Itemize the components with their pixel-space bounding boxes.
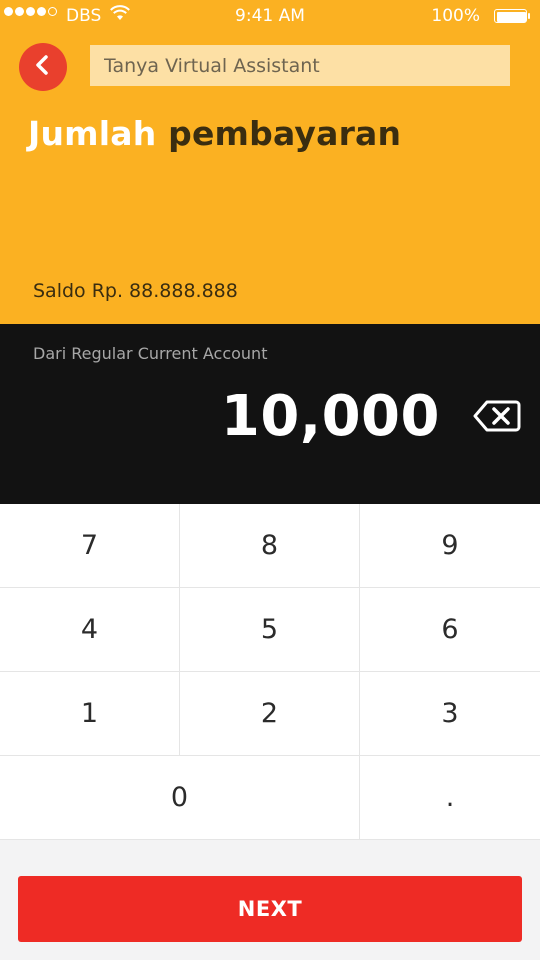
key-3[interactable]: 3: [360, 672, 540, 756]
balance-text: Saldo Rp. 88.888.888: [33, 280, 238, 302]
key-decimal[interactable]: .: [360, 756, 540, 840]
chevron-left-icon: [33, 54, 53, 80]
key-9[interactable]: 9: [360, 504, 540, 588]
status-bar: DBS 9:41 AM 100%: [0, 0, 540, 32]
backspace-button[interactable]: [473, 399, 521, 433]
key-7[interactable]: 7: [0, 504, 180, 588]
next-button[interactable]: NEXT: [18, 876, 522, 942]
back-button[interactable]: [19, 43, 67, 91]
key-4[interactable]: 4: [0, 588, 180, 672]
header: DBS 9:41 AM 100% Jumlah pembayaran Saldo…: [0, 0, 540, 324]
key-6[interactable]: 6: [360, 588, 540, 672]
page-title-part1: Jumlah: [28, 114, 157, 153]
amount-panel: Dari Regular Current Account 10,000: [0, 324, 540, 504]
source-account-label: Dari Regular Current Account: [33, 344, 268, 363]
page-title: Jumlah pembayaran: [28, 114, 401, 153]
battery-icon: [494, 9, 530, 23]
battery-percentage: 100%: [431, 6, 480, 26]
page-title-part2: pembayaran: [168, 114, 402, 153]
key-2[interactable]: 2: [180, 672, 360, 756]
key-5[interactable]: 5: [180, 588, 360, 672]
key-0[interactable]: 0: [0, 756, 360, 840]
virtual-assistant-search-input[interactable]: [90, 45, 510, 86]
key-8[interactable]: 8: [180, 504, 360, 588]
numeric-keypad: 7 8 9 4 5 6 1 2 3 0 .: [0, 504, 540, 840]
key-1[interactable]: 1: [0, 672, 180, 756]
amount-display: 10,000: [220, 384, 440, 449]
backspace-icon: [473, 400, 521, 437]
